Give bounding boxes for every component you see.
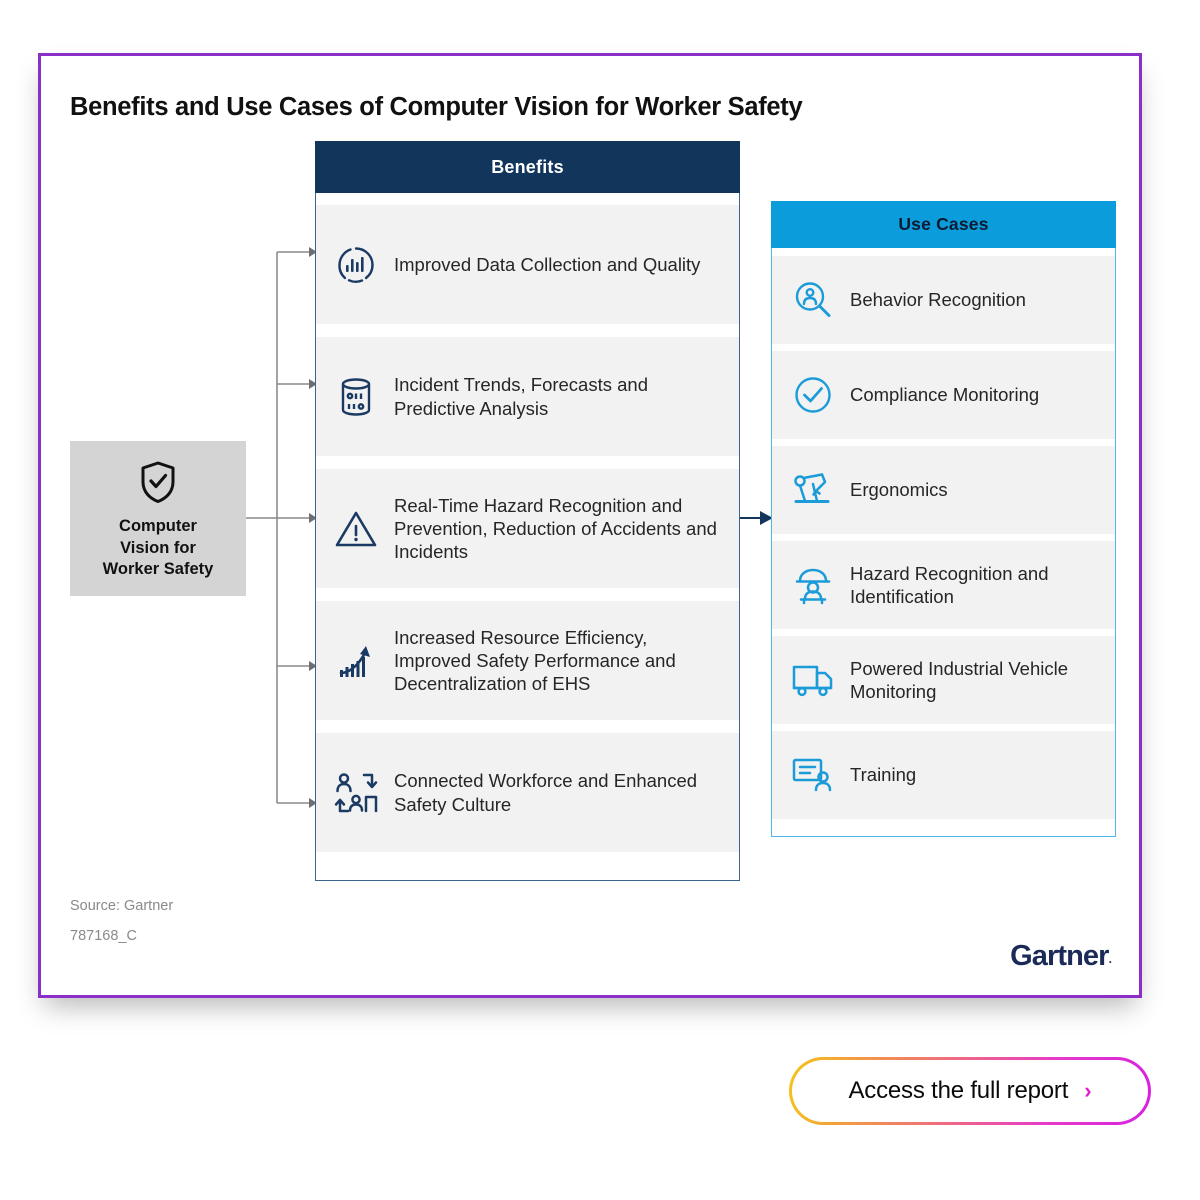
use-case-label: Behavior Recognition	[850, 289, 1026, 311]
benefits-column: Benefits Improved Data Collection and Qu…	[315, 141, 740, 881]
use-case-label: Hazard Recognition and Identification	[850, 562, 1049, 607]
use-case-row[interactable]: Hazard Recognition and Identification	[772, 541, 1115, 629]
gartner-logo: Gartner.	[1010, 940, 1113, 973]
benefit-row[interactable]: Increased Resource Efficiency, Improved …	[316, 601, 739, 720]
source-box-label: Computer Vision for Worker Safety	[102, 516, 214, 579]
person-magnifier-icon	[788, 280, 838, 320]
benefit-label: Improved Data Collection and Quality	[394, 253, 701, 275]
use-case-label: Training	[850, 764, 917, 786]
use-case-label: Powered Industrial Vehicle Monitoring	[850, 657, 1069, 702]
infographic-card: Benefits and Use Cases of Computer Visio…	[38, 53, 1142, 998]
access-full-report-button[interactable]: Access the full report ›	[789, 1057, 1151, 1125]
benefit-label: Increased Resource Efficiency, Improved …	[394, 626, 676, 695]
truck-icon	[788, 662, 838, 698]
benefit-row[interactable]: Improved Data Collection and Quality	[316, 205, 739, 324]
source-credit: Source: Gartner	[70, 898, 174, 914]
document-id: 787168_C	[70, 928, 137, 945]
page-title: Benefits and Use Cases of Computer Visio…	[70, 93, 803, 121]
gartner-logo-text: Gartner	[1010, 940, 1109, 972]
benefit-label: Real-Time Hazard Recognition and Prevent…	[394, 494, 717, 563]
use-case-row[interactable]: Compliance Monitoring	[772, 351, 1115, 439]
source-concept-box: Computer Vision for Worker Safety	[70, 441, 246, 596]
robotic-arm-icon	[788, 470, 838, 510]
benefit-row[interactable]: Incident Trends, Forecasts and Predictiv…	[316, 337, 739, 456]
benefit-row[interactable]: Real-Time Hazard Recognition and Prevent…	[316, 469, 739, 588]
benefit-label: Connected Workforce and Enhanced Safety …	[394, 770, 698, 815]
data-chart-circle-icon	[330, 245, 382, 285]
shield-check-icon	[139, 460, 177, 509]
use-case-row[interactable]: Ergonomics	[772, 446, 1115, 534]
use-cases-list: Behavior Recognition Compliance Monitori…	[771, 248, 1116, 837]
use-case-row[interactable]: Powered Industrial Vehicle Monitoring	[772, 636, 1115, 724]
access-full-report-label: Access the full report	[848, 1077, 1069, 1104]
training-board-icon	[788, 756, 838, 794]
use-case-row[interactable]: Behavior Recognition	[772, 256, 1115, 344]
use-cases-header: Use Cases	[771, 201, 1116, 248]
use-cases-column: Use Cases Behavior Recognition Complianc…	[771, 201, 1116, 837]
benefit-row[interactable]: Connected Workforce and Enhanced Safety …	[316, 733, 739, 852]
gartner-logo-mark: .	[1108, 952, 1113, 966]
warning-triangle-icon	[330, 509, 382, 549]
benefit-label: Incident Trends, Forecasts and Predictiv…	[394, 374, 648, 419]
use-case-label: Compliance Monitoring	[850, 384, 1040, 406]
growth-arrow-bar-icon	[330, 641, 382, 681]
source-note: Source: Gartner 787168_C	[70, 891, 173, 952]
benefits-header: Benefits	[315, 141, 740, 193]
screenshot-root: Benefits and Use Cases of Computer Visio…	[0, 0, 1200, 1200]
hazard-person-icon	[788, 565, 838, 605]
database-cylinder-icon	[330, 376, 382, 418]
connected-workforce-icon	[330, 772, 382, 814]
use-case-row[interactable]: Training	[772, 731, 1115, 819]
access-full-report-button-inner[interactable]: Access the full report ›	[792, 1060, 1148, 1122]
benefits-list: Improved Data Collection and Quality Inc…	[315, 193, 740, 881]
chevron-right-icon: ›	[1084, 1078, 1092, 1103]
check-circle-icon	[788, 375, 838, 415]
use-case-label: Ergonomics	[850, 479, 948, 501]
